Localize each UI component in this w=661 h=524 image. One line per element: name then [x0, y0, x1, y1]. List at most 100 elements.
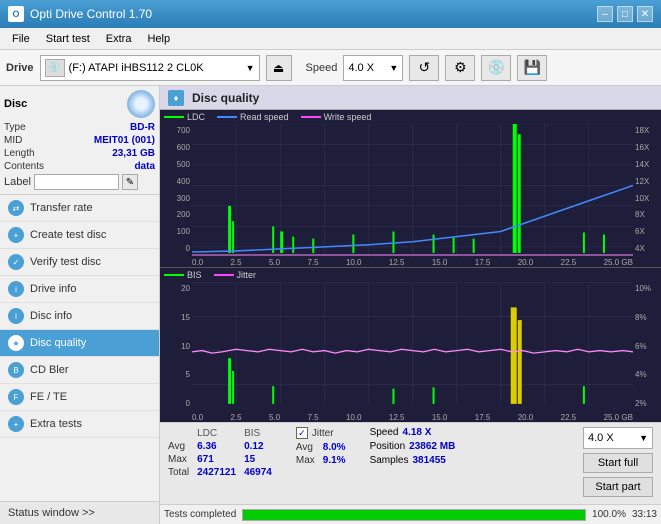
- transfer-rate-icon: ⇄: [8, 200, 24, 216]
- nav-extra-tests-label: Extra tests: [30, 418, 82, 430]
- nav-create-test-disc-label: Create test disc: [30, 229, 106, 241]
- label-edit-button[interactable]: ✎: [122, 174, 138, 190]
- menubar: File Start test Extra Help: [0, 28, 661, 50]
- start-speed-dropdown[interactable]: 4.0 X ▼: [583, 427, 653, 449]
- mid-value: MEIT01 (001): [94, 135, 155, 146]
- speed-dropdown-arrow[interactable]: ▼: [389, 63, 398, 73]
- legend-jitter-label: Jitter: [237, 270, 257, 280]
- progress-percent: 100.0%: [592, 509, 626, 520]
- maximize-button[interactable]: □: [617, 6, 633, 22]
- toolbar: Drive 💿 (F:) ATAPI iHBS112 2 CL0K ▼ ⏏ Sp…: [0, 50, 661, 86]
- nav-fe-te[interactable]: F FE / TE: [0, 384, 159, 411]
- legend-bis-label: BIS: [187, 270, 202, 280]
- max-label: Max: [168, 453, 197, 466]
- jitter-label: Jitter: [312, 428, 334, 439]
- max-jitter: 9.1%: [323, 454, 354, 467]
- right-panel: ♦ Disc quality LDC Read speed: [160, 86, 661, 524]
- disc-length-row: Length 23,31 GB: [4, 148, 155, 159]
- chart-bis: BIS Jitter 20 15 10 5 0: [160, 268, 661, 422]
- stats-col-header-bis: BIS: [244, 427, 280, 440]
- avg-ldc: 6.36: [197, 440, 244, 453]
- cd-icon-button[interactable]: 💿: [481, 55, 511, 81]
- nav-verify-test-disc[interactable]: ✓ Verify test disc: [0, 249, 159, 276]
- menu-file[interactable]: File: [4, 31, 38, 47]
- legend-bis: BIS: [164, 270, 202, 280]
- nav-cd-bler[interactable]: B CD Bler: [0, 357, 159, 384]
- nav-extra-tests[interactable]: + Extra tests: [0, 411, 159, 438]
- menu-start-test[interactable]: Start test: [38, 31, 98, 47]
- drive-info-icon: i: [8, 281, 24, 297]
- minimize-button[interactable]: –: [597, 6, 613, 22]
- type-value: BD-R: [130, 122, 155, 133]
- legend-read-speed-label: Read speed: [240, 112, 289, 122]
- menu-help[interactable]: Help: [139, 31, 178, 47]
- nav-disc-info[interactable]: i Disc info: [0, 303, 159, 330]
- contents-label: Contents: [4, 161, 44, 172]
- menu-extra[interactable]: Extra: [98, 31, 140, 47]
- start-speed-value: 4.0 X: [588, 432, 614, 444]
- app-icon: O: [8, 6, 24, 22]
- contents-value: data: [134, 161, 155, 172]
- nav-transfer-rate[interactable]: ⇄ Transfer rate: [0, 195, 159, 222]
- save-button[interactable]: 💾: [517, 55, 547, 81]
- progress-time: 33:13: [632, 509, 657, 520]
- drive-label: Drive: [6, 62, 34, 74]
- total-bis: 46974: [244, 466, 280, 479]
- label-input[interactable]: [34, 174, 119, 190]
- nav-drive-info-label: Drive info: [30, 283, 76, 295]
- samples-label: Samples: [370, 455, 409, 466]
- stats-table: LDC BIS Avg 6.36 0.12 Max 671 15 Total: [168, 427, 280, 479]
- jitter-checkbox[interactable]: ✓: [296, 427, 308, 439]
- legend-read-speed: Read speed: [217, 112, 289, 122]
- start-full-button[interactable]: Start full: [583, 453, 653, 473]
- nav-create-test-disc[interactable]: + Create test disc: [0, 222, 159, 249]
- disc-contents-row: Contents data: [4, 161, 155, 172]
- speed-position-section: Speed 4.18 X Position 23862 MB Samples 3…: [370, 427, 456, 466]
- drive-select[interactable]: 💿 (F:) ATAPI iHBS112 2 CL0K ▼: [40, 55, 260, 81]
- legend-ldc-label: LDC: [187, 112, 205, 122]
- main-layout: Disc Type BD-R MID MEIT01 (001) Length 2…: [0, 86, 661, 524]
- total-ldc: 2427121: [197, 466, 244, 479]
- chart2-svg: [192, 282, 633, 422]
- disc-info-icon: i: [8, 308, 24, 324]
- speed-stat-label: Speed: [370, 427, 399, 438]
- speed-select[interactable]: 4.0 X ▼: [343, 55, 403, 81]
- nav-items: ⇄ Transfer rate + Create test disc ✓ Ver…: [0, 195, 159, 501]
- disc-quality-header: ♦ Disc quality: [160, 86, 661, 110]
- position-value: 23862 MB: [409, 441, 455, 452]
- stats-col-header-empty: [168, 427, 197, 440]
- close-button[interactable]: ✕: [637, 6, 653, 22]
- position-label: Position: [370, 441, 406, 452]
- jitter-section: ✓ Jitter Avg 8.0% Max 9.1%: [296, 427, 354, 467]
- nav-disc-quality[interactable]: ★ Disc quality: [0, 330, 159, 357]
- window-controls[interactable]: – □ ✕: [597, 6, 653, 22]
- verify-test-disc-icon: ✓: [8, 254, 24, 270]
- legend-write-speed-label: Write speed: [324, 112, 372, 122]
- jitter-stats-table: Avg 8.0% Max 9.1%: [296, 441, 354, 467]
- drive-dropdown-arrow[interactable]: ▼: [246, 63, 255, 73]
- disc-quality-title: Disc quality: [192, 91, 259, 105]
- disc-mid-row: MID MEIT01 (001): [4, 135, 155, 146]
- start-part-button[interactable]: Start part: [583, 477, 653, 497]
- extra-tests-icon: +: [8, 416, 24, 432]
- refresh-button[interactable]: ↺: [409, 55, 439, 81]
- mid-label: MID: [4, 135, 22, 146]
- speed-stat-value: 4.18 X: [403, 427, 432, 438]
- nav-disc-info-label: Disc info: [30, 310, 72, 322]
- avg-jitter: 8.0%: [323, 441, 354, 454]
- titlebar: O Opti Drive Control 1.70 – □ ✕: [0, 0, 661, 28]
- settings-button[interactable]: ⚙: [445, 55, 475, 81]
- app-title: Opti Drive Control 1.70: [30, 7, 152, 21]
- fe-te-icon: F: [8, 389, 24, 405]
- nav-drive-info[interactable]: i Drive info: [0, 276, 159, 303]
- progress-bar-inner: [243, 510, 585, 520]
- status-window-button[interactable]: Status window >>: [0, 501, 159, 524]
- stats-area: LDC BIS Avg 6.36 0.12 Max 671 15 Total: [160, 422, 661, 504]
- length-label: Length: [4, 148, 35, 159]
- eject-button[interactable]: ⏏: [266, 55, 292, 81]
- disc-image: [127, 90, 155, 118]
- disc-quality-icon-header: ♦: [168, 90, 184, 106]
- nav-transfer-rate-label: Transfer rate: [30, 202, 93, 214]
- status-text: Tests completed: [164, 509, 236, 520]
- avg-jitter-label: Avg: [296, 441, 323, 454]
